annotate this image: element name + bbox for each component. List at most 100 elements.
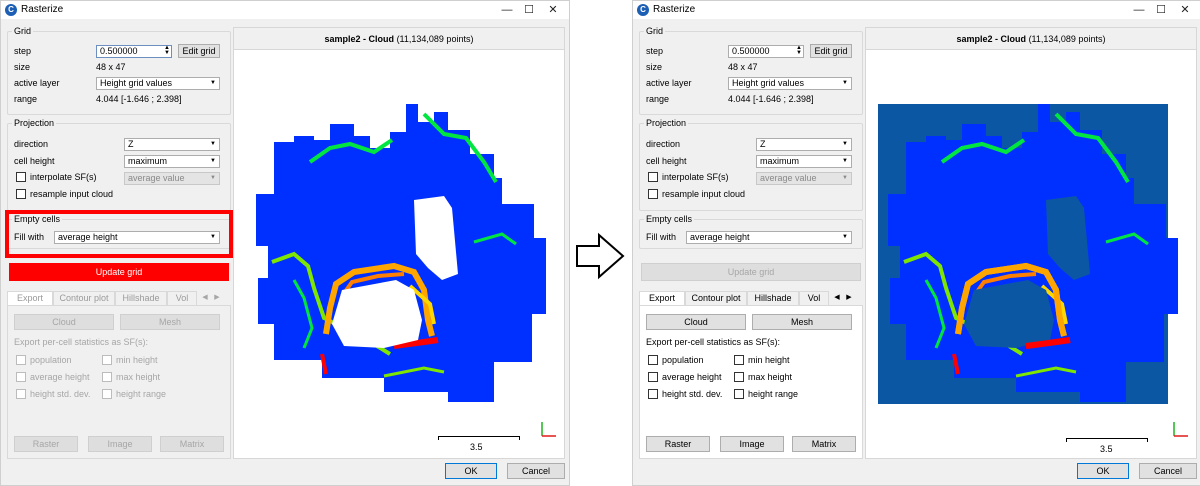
interpolate-label: interpolate SF(s) <box>30 172 97 182</box>
chevron-down-icon: ▼ <box>842 141 848 147</box>
interpolate-select[interactable]: average value ▼ <box>124 172 220 185</box>
close-icon[interactable]: ✕ <box>539 2 567 18</box>
scale-label: 3.5 <box>470 442 483 452</box>
close-icon[interactable]: ✕ <box>1171 2 1199 18</box>
tab-contour-plot[interactable]: Contour plot <box>53 291 115 305</box>
stats-label: Export per-cell statistics as SF(s): <box>14 337 149 347</box>
tab-bar: Export Contour plot Hillshade Vol ◀ ▶ <box>639 291 863 305</box>
export-cloud-button[interactable]: Cloud <box>14 314 114 330</box>
edit-grid-button[interactable]: Edit grid <box>178 44 220 58</box>
export-mesh-button[interactable]: Mesh <box>120 314 220 330</box>
step-input[interactable]: 0.500000 ▲ ▼ <box>728 45 804 58</box>
export-cloud-button[interactable]: Cloud <box>646 314 746 330</box>
height-range-checkbox[interactable] <box>734 389 744 399</box>
cell-height-label: cell height <box>14 156 55 166</box>
tab-hillshade[interactable]: Hillshade <box>115 291 167 305</box>
cloudcompare-app-icon: C <box>637 4 649 16</box>
tab-hillshade[interactable]: Hillshade <box>747 291 799 305</box>
range-label: range <box>646 94 670 104</box>
active-layer-select[interactable]: Height grid values ▼ <box>728 77 852 90</box>
tab-scroll-right-icon[interactable]: ▶ <box>209 292 225 304</box>
interpolate-checkbox[interactable] <box>648 172 658 182</box>
size-value: 48 x 47 <box>728 62 758 72</box>
cancel-button[interactable]: Cancel <box>507 463 565 479</box>
tab-bar: Export Contour plot Hillshade Vol ◀ ▶ <box>7 291 231 305</box>
resample-label: resample input cloud <box>30 189 114 199</box>
cancel-button[interactable]: Cancel <box>1139 463 1197 479</box>
min-height-label: min height <box>116 355 158 365</box>
direction-select[interactable]: Z ▼ <box>756 138 852 151</box>
cell-height-select[interactable]: maximum ▼ <box>124 155 220 168</box>
cell-height-select[interactable]: maximum ▼ <box>756 155 852 168</box>
fill-with-label: Fill with <box>646 232 677 242</box>
height-range-checkbox[interactable] <box>102 389 112 399</box>
resample-checkbox[interactable] <box>16 189 26 199</box>
title-bar: C Rasterize — ☐ ✕ <box>1 1 569 19</box>
population-checkbox[interactable] <box>648 355 658 365</box>
right-arrow-icon <box>576 232 625 280</box>
tab-scroll-right-icon[interactable]: ▶ <box>841 292 857 304</box>
average-height-checkbox[interactable] <box>648 372 658 382</box>
projection-group-title: Projection <box>644 118 689 128</box>
export-raster-button[interactable]: Raster <box>646 436 710 452</box>
ok-button[interactable]: OK <box>1077 463 1129 479</box>
export-mesh-button[interactable]: Mesh <box>752 314 852 330</box>
settings-panel: Grid step 0.500000 ▲ ▼ Edit grid size 48 x… <box>5 26 233 459</box>
interpolate-checkbox[interactable] <box>16 172 26 182</box>
ok-button[interactable]: OK <box>445 463 497 479</box>
step-value: 0.500000 <box>100 46 138 56</box>
min-height-checkbox[interactable] <box>102 355 112 365</box>
update-grid-button[interactable]: Update grid <box>641 263 861 281</box>
cell-height-value: maximum <box>760 156 800 166</box>
population-checkbox[interactable] <box>16 355 26 365</box>
max-height-checkbox[interactable] <box>102 372 112 382</box>
projection-group-title: Projection <box>12 118 57 128</box>
max-height-checkbox[interactable] <box>734 372 744 382</box>
cloud-footprint <box>256 104 546 402</box>
size-value: 48 x 47 <box>96 62 126 72</box>
average-height-checkbox[interactable] <box>16 372 26 382</box>
export-raster-button[interactable]: Raster <box>14 436 78 452</box>
grid-group: Grid step 0.500000 ▲ ▼ Edit grid size 48 x… <box>639 26 863 115</box>
export-image-button[interactable]: Image <box>720 436 784 452</box>
settings-panel: Grid step 0.500000 ▲ ▼ Edit grid size 48 x… <box>639 26 863 459</box>
tab-volume[interactable]: Vol <box>167 291 197 305</box>
fill-with-value: average height <box>690 232 750 242</box>
fill-with-select[interactable]: average height ▼ <box>686 231 852 244</box>
direction-label: direction <box>14 139 49 149</box>
raster-preview[interactable]: sample2 - Cloud (11,134,089 points) 3.5 <box>865 27 1197 459</box>
axis-trihedron-icon <box>541 422 556 437</box>
edit-grid-button[interactable]: Edit grid <box>810 44 852 58</box>
min-height-checkbox[interactable] <box>734 355 744 365</box>
chevron-down-icon: ▼ <box>210 175 216 181</box>
min-height-label: min height <box>748 355 790 365</box>
chevron-down-icon: ▼ <box>842 175 848 181</box>
active-layer-select[interactable]: Height grid values ▼ <box>96 77 220 90</box>
direction-select[interactable]: Z ▼ <box>124 138 220 151</box>
height-std-checkbox[interactable] <box>648 389 658 399</box>
empty-cells-group: Empty cells Fill with average height ▼ <box>639 214 863 249</box>
tab-contour-plot[interactable]: Contour plot <box>685 291 747 305</box>
step-label: step <box>14 46 32 56</box>
chevron-down-icon: ▼ <box>842 158 848 164</box>
step-input[interactable]: 0.500000 ▲ ▼ <box>96 45 172 58</box>
tab-export[interactable]: Export <box>7 291 53 305</box>
average-height-label: average height <box>662 372 722 382</box>
spin-arrows-icon[interactable]: ▲ ▼ <box>164 45 170 56</box>
height-std-checkbox[interactable] <box>16 389 26 399</box>
height-std-label: height std. dev. <box>30 389 91 399</box>
population-label: population <box>662 355 704 365</box>
export-matrix-button[interactable]: Matrix <box>792 436 856 452</box>
update-grid-button[interactable]: Update grid <box>9 263 229 281</box>
spin-arrows-icon[interactable]: ▲ ▼ <box>796 45 802 56</box>
tab-export[interactable]: Export <box>639 291 685 305</box>
raster-preview[interactable]: sample2 - Cloud (11,134,089 points) 3.5 <box>233 27 565 459</box>
interpolate-select[interactable]: average value ▼ <box>756 172 852 185</box>
tab-volume[interactable]: Vol <box>799 291 829 305</box>
export-matrix-button[interactable]: Matrix <box>160 436 224 452</box>
export-image-button[interactable]: Image <box>88 436 152 452</box>
step-label: step <box>646 46 664 56</box>
max-height-label: max height <box>748 372 793 382</box>
interpolate-label: interpolate SF(s) <box>662 172 729 182</box>
resample-checkbox[interactable] <box>648 189 658 199</box>
